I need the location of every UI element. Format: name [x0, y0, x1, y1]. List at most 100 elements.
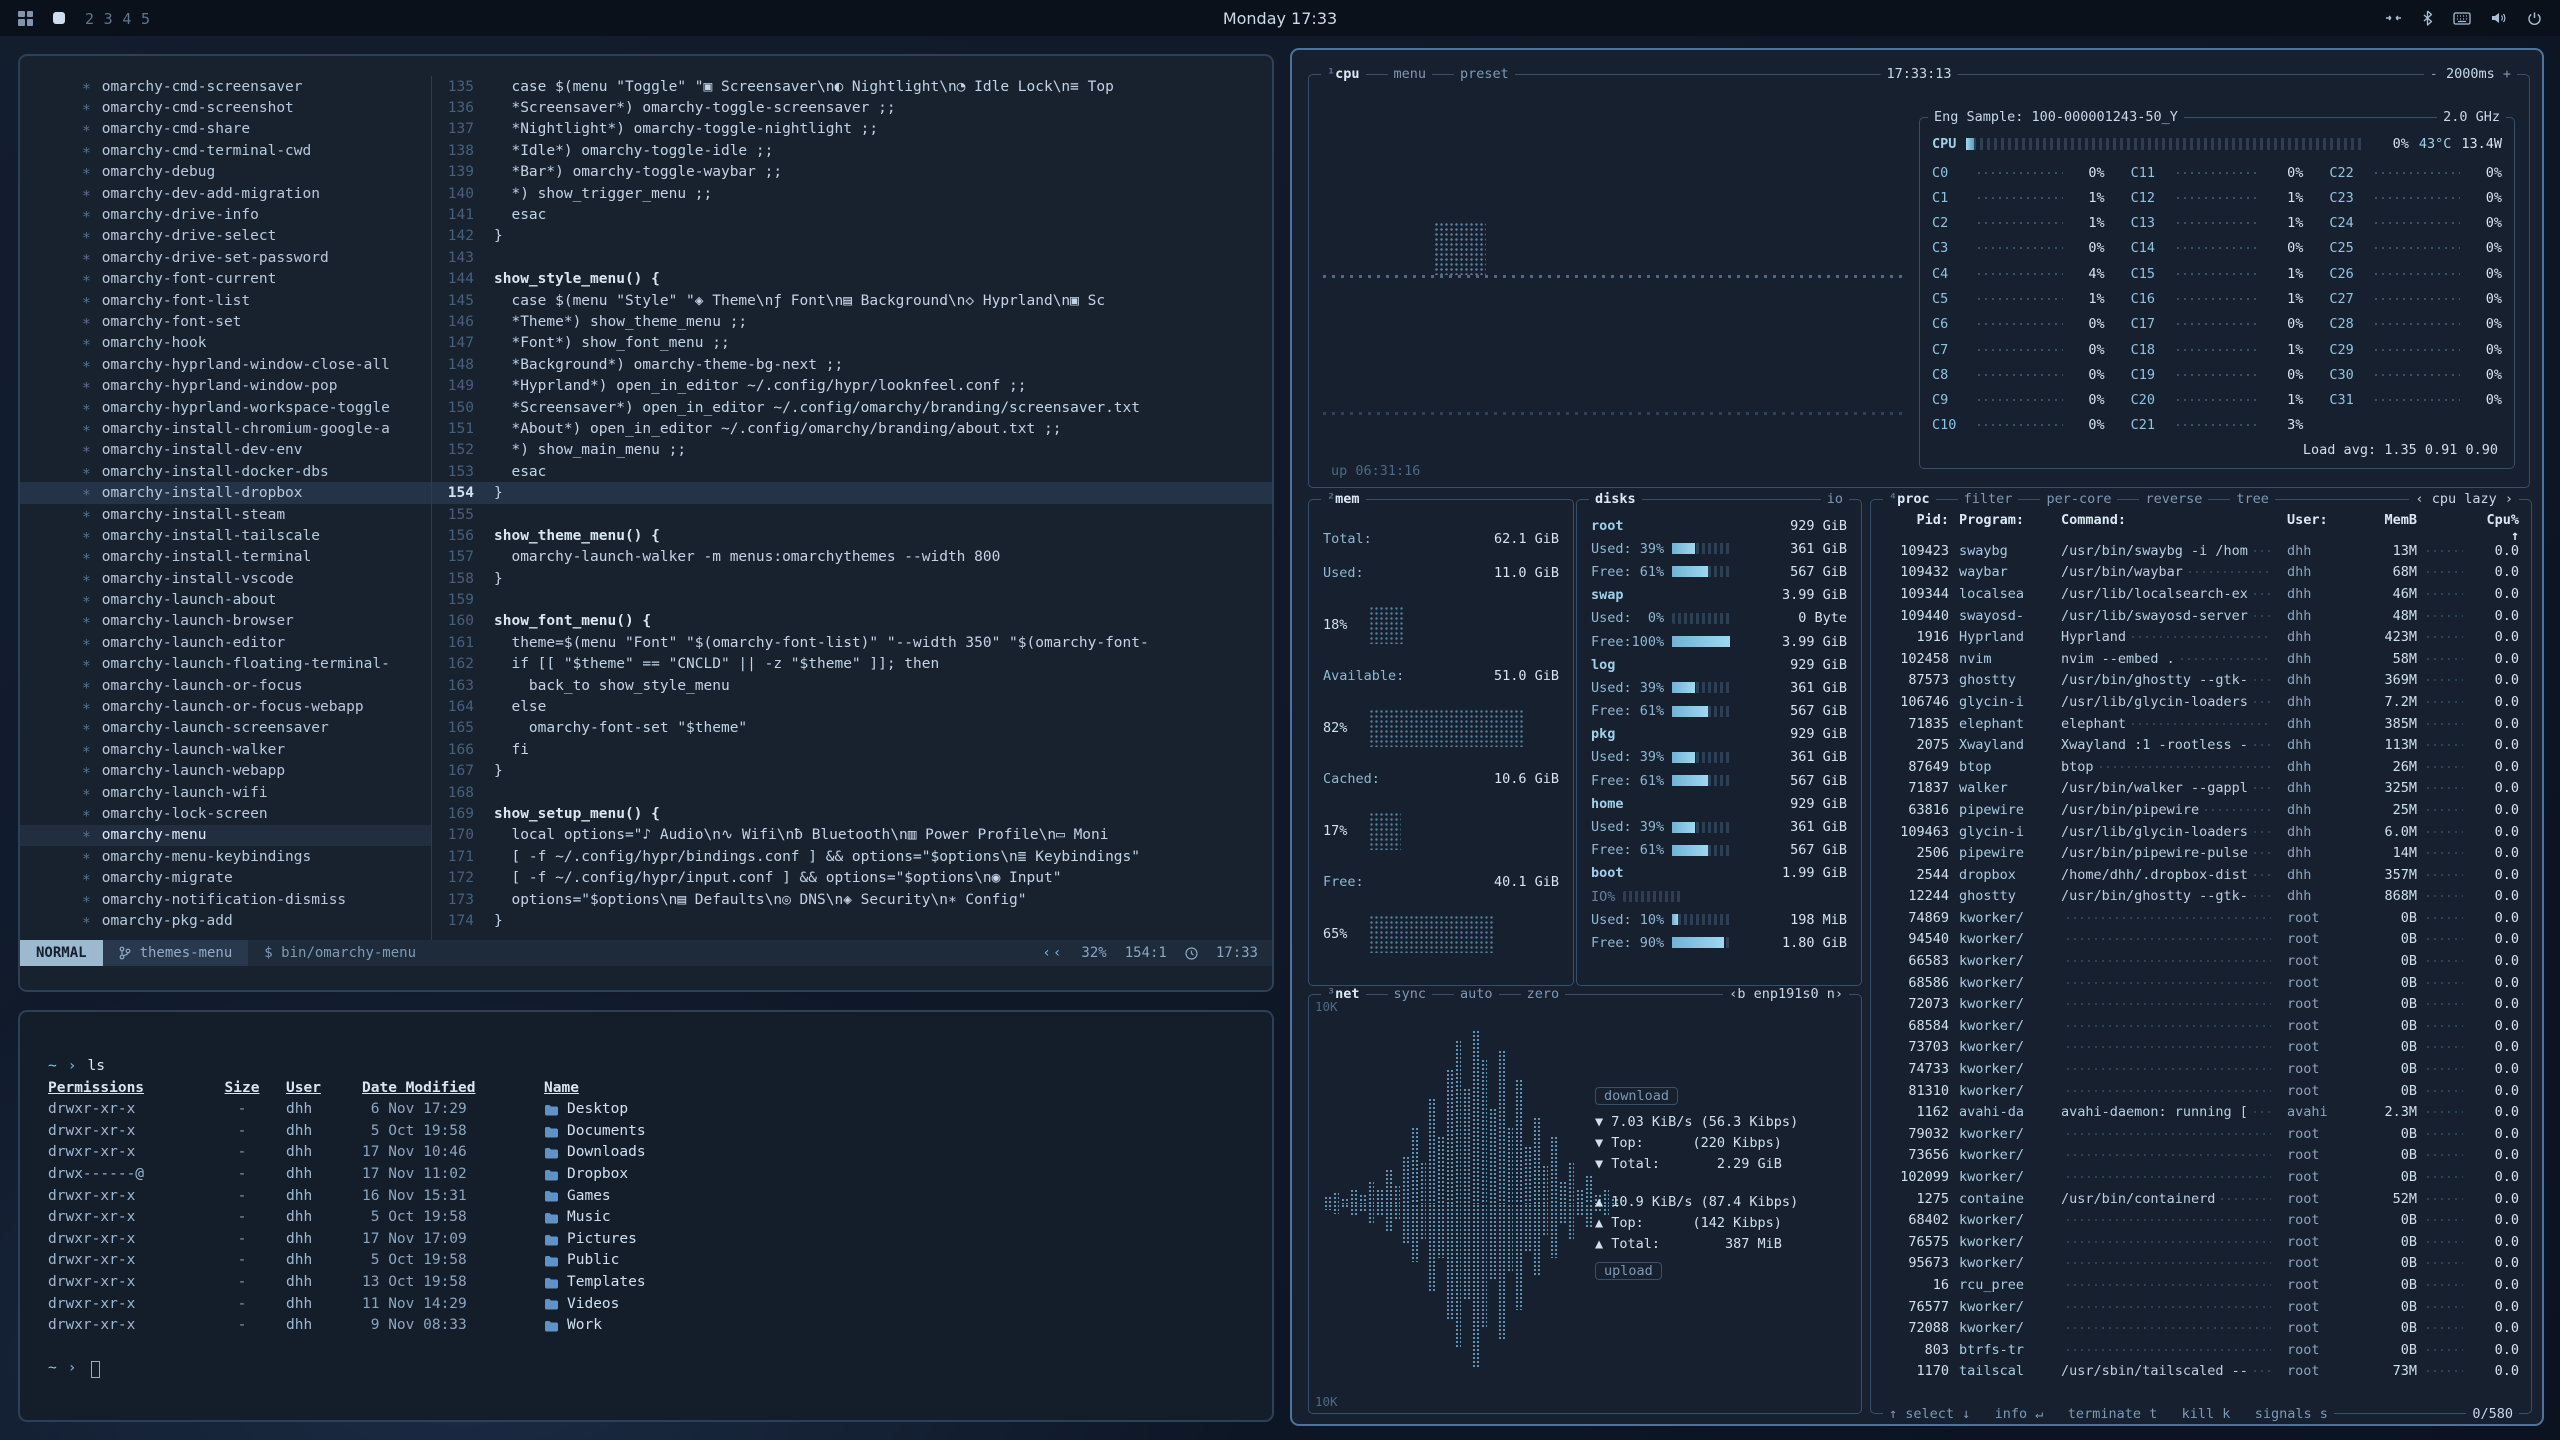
file-row[interactable]: ∗ omarchy-menu-keybindings: [20, 846, 431, 867]
file-row[interactable]: ∗ omarchy-launch-screensaver: [20, 718, 431, 739]
sort-selector[interactable]: ‹ cpu lazy ›: [2409, 491, 2519, 507]
launcher-icon[interactable]: [18, 11, 33, 26]
file-row[interactable]: ∗ omarchy-launch-webapp: [20, 761, 431, 782]
file-row[interactable]: ∗ omarchy-drive-set-password: [20, 247, 431, 268]
io-tab[interactable]: io: [1821, 491, 1849, 507]
process-row[interactable]: 109423 swaybg /usr/bin/swaybg -i /hom dh…: [1871, 540, 2531, 562]
code-line[interactable]: 163 back_to show_style_menu: [432, 675, 1272, 696]
file-row[interactable]: ∗ omarchy-launch-or-focus: [20, 675, 431, 696]
cpu-box-title[interactable]: ¹cpu: [1321, 66, 1366, 82]
code-line[interactable]: 147 *Font*) show_font_menu ;;: [432, 333, 1272, 354]
process-row[interactable]: 102458 nvim nvim --embed . dhh 58M 0.0: [1871, 648, 2531, 670]
file-row[interactable]: ∗ omarchy-cmd-terminal-cwd: [20, 140, 431, 161]
tree-toggle[interactable]: tree: [2230, 491, 2275, 507]
file-row[interactable]: ∗ omarchy-cmd-share: [20, 119, 431, 140]
code-line[interactable]: 139 *Bar*) omarchy-toggle-waybar ;;: [432, 162, 1272, 183]
code-line[interactable]: 155: [432, 504, 1272, 525]
code-line[interactable]: 153 esac: [432, 461, 1272, 482]
terminal-body[interactable]: ~ › ls Permissions Size User Date Modifi…: [20, 1012, 1272, 1380]
code-line[interactable]: 136 *Screensaver*) omarchy-toggle-screen…: [432, 97, 1272, 118]
process-row[interactable]: 12244 ghostty /usr/bin/ghostty --gtk- dh…: [1871, 886, 2531, 908]
process-row[interactable]: 102099 kworker/ root 0B 0.0: [1871, 1166, 2531, 1188]
process-row[interactable]: 66583 kworker/ root 0B 0.0: [1871, 950, 2531, 972]
process-row[interactable]: 2075 Xwayland Xwayland :1 -rootless - dh…: [1871, 734, 2531, 756]
code-line[interactable]: 150 *Screensaver*) open_in_editor ~/.con…: [432, 397, 1272, 418]
process-row[interactable]: 79032 kworker/ root 0B 0.0: [1871, 1123, 2531, 1145]
code-line[interactable]: 172 [ -f ~/.config/hypr/input.conf ] && …: [432, 867, 1272, 888]
process-row[interactable]: 81310 kworker/ root 0B 0.0: [1871, 1080, 2531, 1102]
per-core-toggle[interactable]: per-core: [2040, 491, 2117, 507]
workspace-number[interactable]: 4: [122, 10, 131, 28]
file-row[interactable]: ∗ omarchy-cmd-screensaver: [20, 76, 431, 97]
code-line[interactable]: 173 options="$options\n▤ Defaults\n◎ DNS…: [432, 889, 1272, 910]
process-row[interactable]: 73656 kworker/ root 0B 0.0: [1871, 1145, 2531, 1167]
file-row[interactable]: ∗ omarchy-install-steam: [20, 504, 431, 525]
code-line[interactable]: 164 else: [432, 696, 1272, 717]
volume-icon[interactable]: [2491, 11, 2507, 25]
process-row[interactable]: 74869 kworker/ root 0B 0.0: [1871, 907, 2531, 929]
file-row[interactable]: ∗ omarchy-launch-browser: [20, 611, 431, 632]
file-row[interactable]: ∗ omarchy-drive-select: [20, 226, 431, 247]
net-interface[interactable]: ‹b enp191s0 n›: [1723, 986, 1849, 1002]
file-row[interactable]: ∗ omarchy-menu: [20, 825, 431, 846]
net-sync-toggle[interactable]: sync: [1388, 986, 1433, 1002]
code-line[interactable]: 140 *) show_trigger_menu ;;: [432, 183, 1272, 204]
file-row[interactable]: ∗ omarchy-launch-wifi: [20, 782, 431, 803]
code-line[interactable]: 168: [432, 782, 1272, 803]
process-row[interactable]: 74733 kworker/ root 0B 0.0: [1871, 1058, 2531, 1080]
process-row[interactable]: 109432 waybar /usr/bin/waybar dhh 68M 0.…: [1871, 562, 2531, 584]
code-line[interactable]: 167 }: [432, 761, 1272, 782]
interval-minus-button[interactable]: -: [2430, 66, 2438, 82]
code-line[interactable]: 145 case $(menu "Style" "◈ Theme\nƒ Font…: [432, 290, 1272, 311]
code-line[interactable]: 161 theme=$(menu "Font" "$(omarchy-font-…: [432, 632, 1272, 653]
file-row[interactable]: ∗ omarchy-install-tailscale: [20, 525, 431, 546]
workspace-number[interactable]: 3: [104, 10, 113, 28]
code-line[interactable]: 170 local options="♪ Audio\n∿ Wifi\nƀ Bl…: [432, 825, 1272, 846]
interval-plus-button[interactable]: +: [2503, 66, 2511, 82]
process-row[interactable]: 68584 kworker/ root 0B 0.0: [1871, 1015, 2531, 1037]
process-row[interactable]: 71835 elephant elephant dhh 385M 0.0: [1871, 713, 2531, 735]
filter-button[interactable]: filter: [1958, 491, 2019, 507]
process-row[interactable]: 106746 glycin-i /usr/lib/glycin-loaders …: [1871, 691, 2531, 713]
code-line[interactable]: 138 *Idle*) omarchy-toggle-idle ;;: [432, 140, 1272, 161]
process-row[interactable]: 1916 Hyprland Hyprland dhh 423M 0.0: [1871, 626, 2531, 648]
process-row[interactable]: 72073 kworker/ root 0B 0.0: [1871, 993, 2531, 1015]
workspace-number[interactable]: 2: [85, 10, 94, 28]
code-line[interactable]: 148 *Background*) omarchy-theme-bg-next …: [432, 354, 1272, 375]
file-row[interactable]: ∗ omarchy-install-vscode: [20, 568, 431, 589]
file-row[interactable]: ∗ omarchy-lock-screen: [20, 803, 431, 824]
process-row[interactable]: 76577 kworker/ root 0B 0.0: [1871, 1296, 2531, 1318]
file-row[interactable]: ∗ omarchy-install-dev-env: [20, 440, 431, 461]
keyboard-icon[interactable]: [2453, 12, 2471, 25]
proc-keybinds[interactable]: ↑ select ↓ info ↵ terminate t kill k sig…: [1883, 1406, 2334, 1422]
file-row[interactable]: ∗ omarchy-launch-walker: [20, 739, 431, 760]
file-row[interactable]: ∗ omarchy-launch-editor: [20, 632, 431, 653]
process-row[interactable]: 94540 kworker/ root 0B 0.0: [1871, 929, 2531, 951]
process-row[interactable]: 109440 swayosd- /usr/lib/swayosd-server …: [1871, 605, 2531, 627]
file-row[interactable]: ∗ omarchy-pkg-add: [20, 910, 431, 931]
process-row[interactable]: 63816 pipewire /usr/bin/pipewire dhh 25M…: [1871, 799, 2531, 821]
code-line[interactable]: 141 esac: [432, 204, 1272, 225]
file-row[interactable]: ∗ omarchy-font-set: [20, 311, 431, 332]
bluetooth-icon[interactable]: [2422, 10, 2433, 26]
code-line[interactable]: 142 }: [432, 226, 1272, 247]
file-row[interactable]: ∗ omarchy-install-chromium-google-a: [20, 418, 431, 439]
file-row[interactable]: ∗ omarchy-hook: [20, 333, 431, 354]
file-row[interactable]: ∗ omarchy-drive-info: [20, 204, 431, 225]
code-line[interactable]: 151 *About*) open_in_editor ~/.config/om…: [432, 418, 1272, 439]
file-row[interactable]: ∗ omarchy-cmd-screenshot: [20, 97, 431, 118]
file-row[interactable]: ∗ omarchy-install-docker-dbs: [20, 461, 431, 482]
code-line[interactable]: 156 show_theme_menu() {: [432, 525, 1272, 546]
code-line[interactable]: 174 }: [432, 910, 1272, 931]
file-row[interactable]: ∗ omarchy-install-terminal: [20, 547, 431, 568]
process-row[interactable]: 803 btrfs-tr root 0B 0.0: [1871, 1339, 2531, 1361]
code-line[interactable]: 169 show_setup_menu() {: [432, 803, 1272, 824]
process-row[interactable]: 68586 kworker/ root 0B 0.0: [1871, 972, 2531, 994]
power-icon[interactable]: [2527, 11, 2542, 26]
reverse-toggle[interactable]: reverse: [2139, 491, 2208, 507]
disks-tab[interactable]: disks: [1589, 491, 1642, 507]
file-row[interactable]: ∗ omarchy-dev-add-migration: [20, 183, 431, 204]
process-row[interactable]: 109344 localsea /usr/lib/localsearch-ex …: [1871, 583, 2531, 605]
code-line[interactable]: 157 omarchy-launch-walker -m menus:omarc…: [432, 547, 1272, 568]
file-row[interactable]: ∗ omarchy-launch-about: [20, 589, 431, 610]
